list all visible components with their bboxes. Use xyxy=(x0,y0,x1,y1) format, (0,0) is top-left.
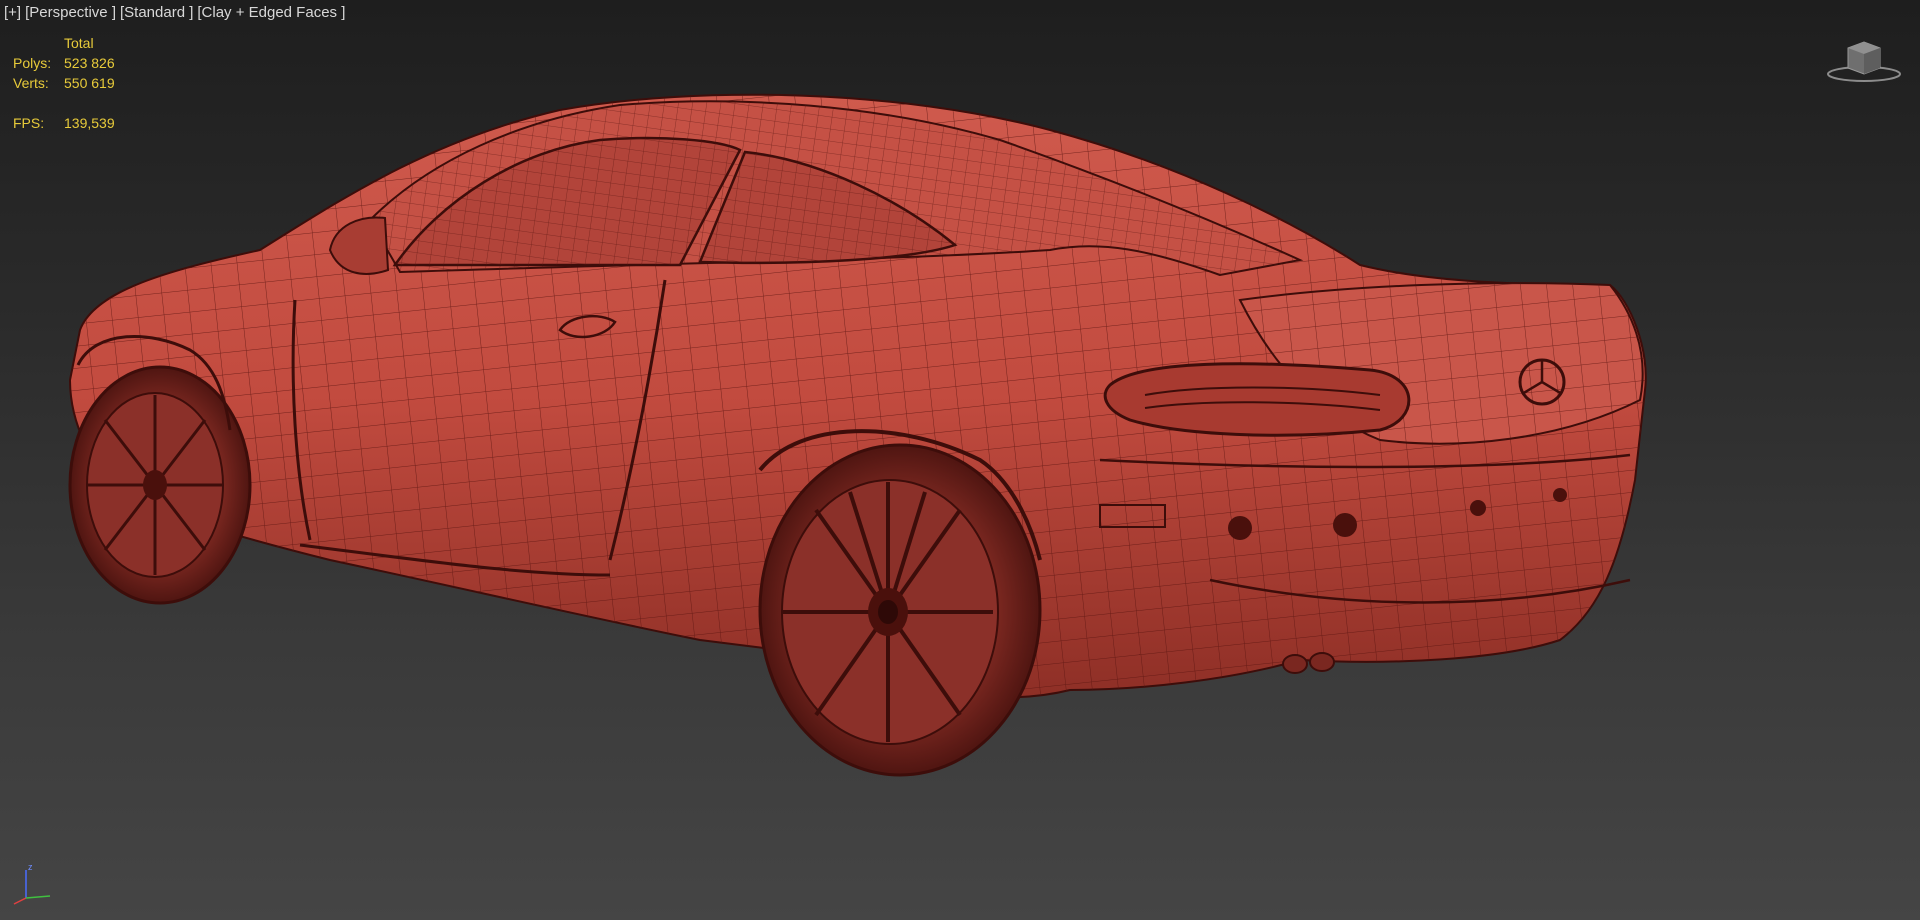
polys-label: Polys: xyxy=(13,55,52,71)
stats-header: Total xyxy=(64,35,94,51)
verts-label: Verts: xyxy=(13,75,49,91)
viewcube-icon[interactable] xyxy=(1824,34,1904,84)
axis-z-label: z xyxy=(28,862,33,872)
fps-value: 139,539 xyxy=(64,115,115,131)
fps-label: FPS: xyxy=(13,115,45,131)
car-model-render[interactable] xyxy=(0,0,1920,920)
viewport-point-of-view-menu[interactable]: [Perspective ] xyxy=(25,4,116,21)
viewport-shading-quality-menu[interactable]: [Standard ] xyxy=(120,4,193,21)
polys-value: 523 826 xyxy=(64,55,115,71)
taillight xyxy=(1103,362,1411,437)
viewport-shading-mode-menu[interactable]: [Clay + Edged Faces ] xyxy=(197,4,345,21)
viewport-label-menu: [+] [Perspective ] [Standard ] [Clay + E… xyxy=(4,4,345,21)
perspective-viewport[interactable]: [+] [Perspective ] [Standard ] [Clay + E… xyxy=(0,0,1920,920)
verts-value: 550 619 xyxy=(64,75,115,91)
axis-tripod-icon: z xyxy=(13,862,51,905)
viewport-general-menu[interactable]: [+] xyxy=(4,4,21,21)
scene-statistics: Total Polys: 523 826 Verts: 550 619 FPS:… xyxy=(13,33,115,133)
rear-wheel xyxy=(758,443,1042,777)
